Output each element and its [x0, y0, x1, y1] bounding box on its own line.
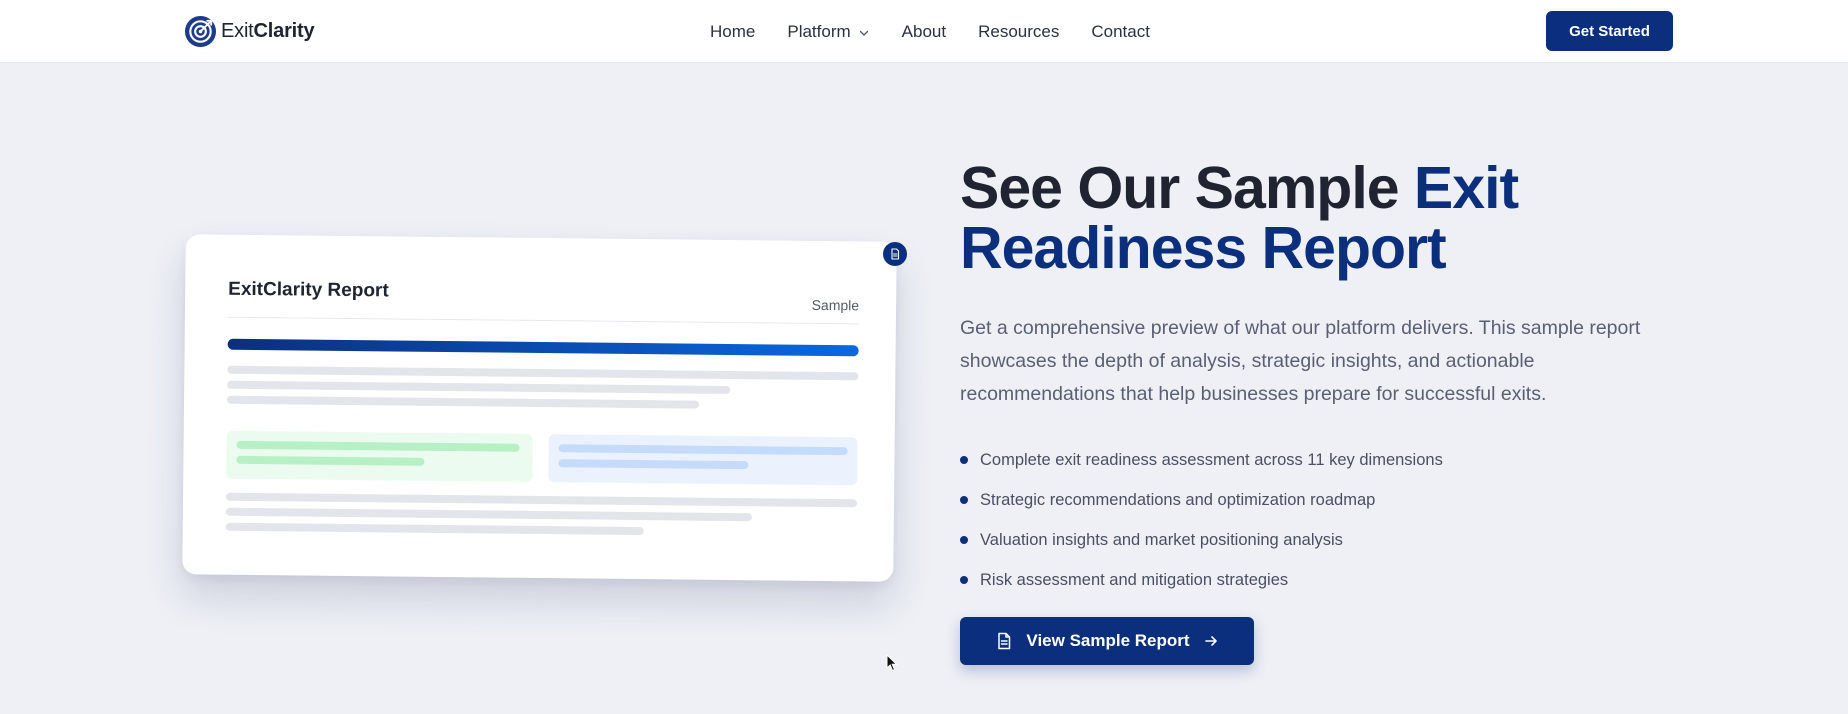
placeholder-line [225, 522, 644, 536]
mouse-cursor-icon [886, 654, 898, 672]
placeholder-box-blue [548, 434, 858, 486]
report-card-surface: ExitClarity Report Sample [182, 234, 897, 582]
report-card-tag: Sample [811, 296, 860, 314]
bullet-dot [960, 456, 968, 464]
bullet-dot [960, 576, 968, 584]
view-sample-report-button[interactable]: View Sample Report [960, 617, 1254, 665]
target-logo-icon [184, 15, 217, 47]
report-card-title: ExitClarity Report [228, 278, 389, 302]
nav-links: Home Platform About Resources Contact [710, 0, 1150, 63]
hero-headline: See Our Sample Exit Readiness Report [960, 158, 1640, 278]
placeholder-line-green [236, 455, 425, 466]
hero-headline-dark: See Our Sample [960, 155, 1414, 221]
feature-item: Valuation insights and market positionin… [960, 520, 1443, 560]
bullet-dot [960, 496, 968, 504]
document-icon [998, 632, 1011, 650]
top-nav: ExitClarity Home Platform About Resource… [0, 0, 1848, 63]
placeholder-line-blue [558, 459, 749, 470]
nav-link-contact[interactable]: Contact [1091, 22, 1150, 42]
nav-link-label: Contact [1091, 21, 1150, 41]
document-badge [883, 242, 907, 266]
view-sample-report-label: View Sample Report [1026, 631, 1190, 650]
feature-text: Valuation insights and market positionin… [980, 530, 1343, 549]
nav-link-platform[interactable]: Platform [787, 22, 869, 42]
nav-link-about[interactable]: About [902, 22, 946, 42]
chevron-down-icon [859, 30, 868, 36]
placeholder-line [225, 507, 752, 522]
placeholder-line [226, 492, 858, 508]
nav-link-label: Home [710, 21, 756, 41]
logo-text-light: Exit [221, 19, 254, 42]
nav-link-label: About [901, 21, 947, 41]
hero-description: Get a comprehensive preview of what our … [960, 317, 1641, 405]
placeholder-box-green [226, 430, 533, 482]
feature-text: Risk assessment and mitigation strategie… [980, 570, 1289, 589]
feature-text: Complete exit readiness assessment acros… [980, 450, 1443, 469]
feature-list: Complete exit readiness assessment acros… [960, 440, 1443, 600]
bullet-dot [960, 536, 968, 544]
feature-text: Strategic recommendations and optimizati… [980, 490, 1376, 509]
nav-link-home[interactable]: Home [710, 22, 755, 42]
report-card-divider [227, 316, 859, 325]
logo-link[interactable]: ExitClarity [184, 14, 315, 48]
nav-link-resources[interactable]: Resources [978, 22, 1059, 42]
logo-wordmark: ExitClarity [221, 19, 315, 43]
feature-item: Risk assessment and mitigation strategie… [960, 560, 1443, 600]
placeholder-line [227, 395, 700, 409]
nav-link-label: Resources [978, 21, 1060, 41]
feature-item: Complete exit readiness assessment acros… [960, 440, 1443, 480]
placeholder-line [227, 380, 731, 394]
logo-text-bold: Clarity [253, 19, 315, 42]
nav-link-label: Platform [787, 21, 851, 41]
document-icon [891, 248, 900, 260]
arrow-right-icon [1204, 636, 1217, 646]
feature-item: Strategic recommendations and optimizati… [960, 480, 1443, 520]
get-started-button[interactable]: Get Started [1546, 11, 1673, 51]
placeholder-line-green [236, 440, 520, 452]
report-preview-card: ExitClarity Report Sample [182, 234, 897, 582]
placeholder-line-blue [558, 444, 848, 456]
placeholder-line [227, 365, 859, 381]
report-progress-bar [227, 338, 859, 357]
